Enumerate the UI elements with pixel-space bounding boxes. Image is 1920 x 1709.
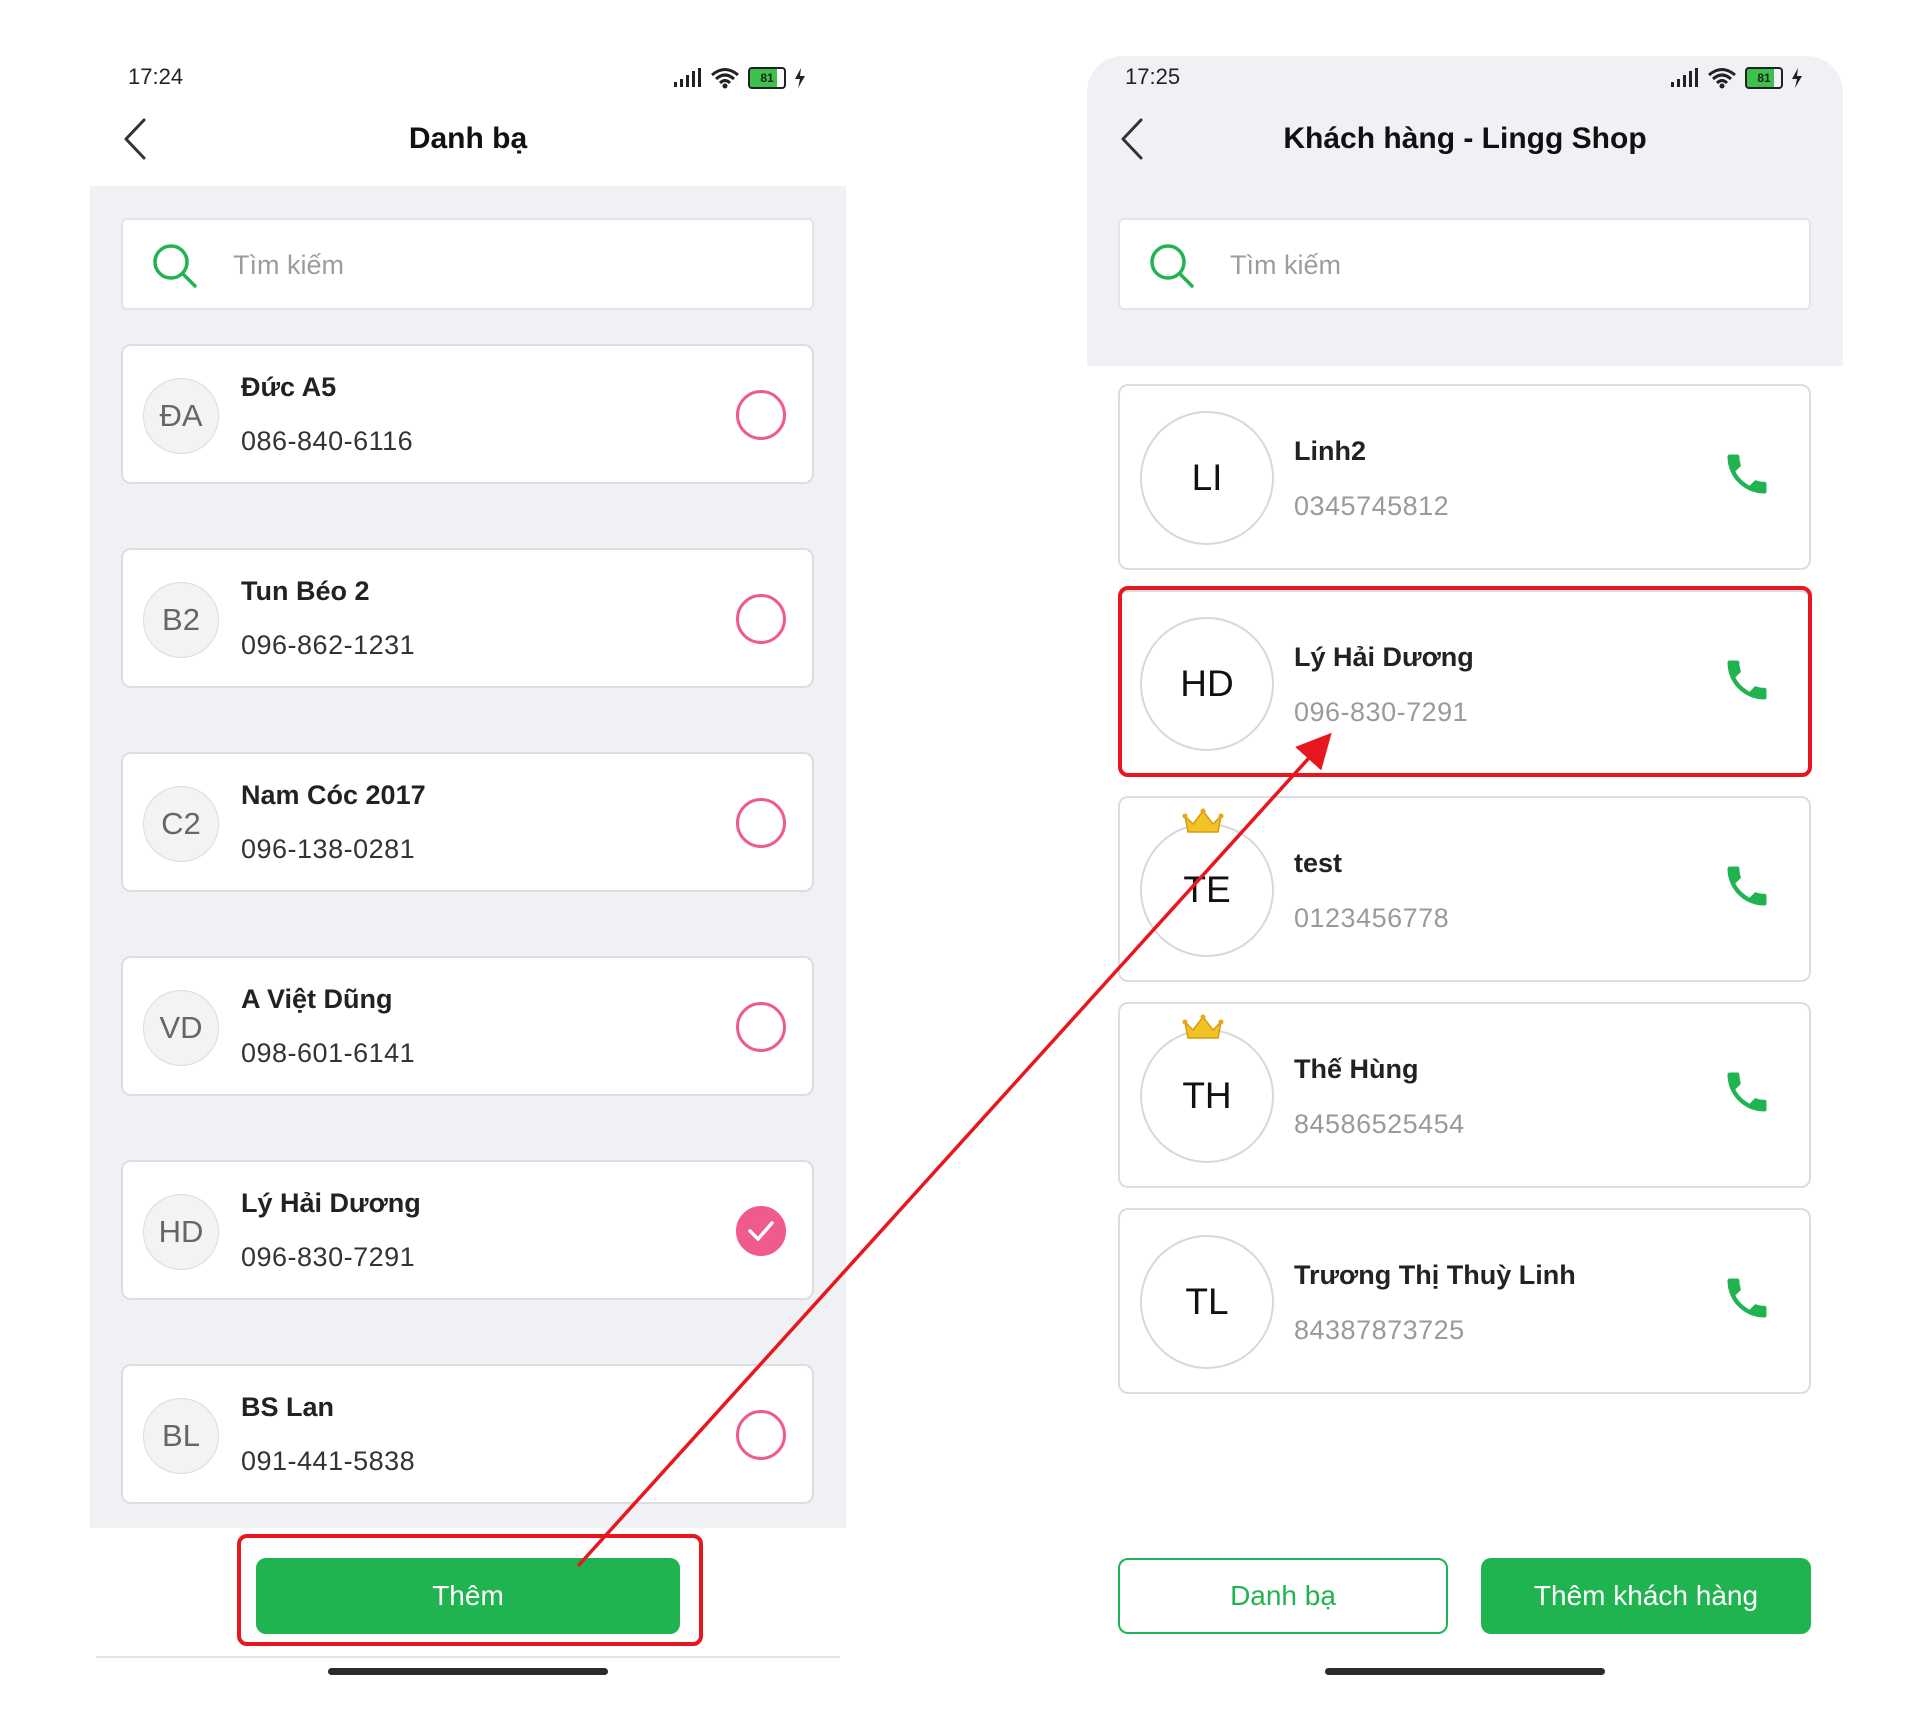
customer-item[interactable]: TL Trương Thị Thuỳ Linh 84387873725 <box>1118 1208 1811 1394</box>
contact-name: A Việt Dũng <box>241 984 393 1014</box>
status-icons: 81 <box>1669 64 1803 92</box>
customer-phone: 0123456778 <box>1294 903 1450 933</box>
phone-call-icon[interactable] <box>1721 654 1773 706</box>
signal-icon <box>1671 68 1698 87</box>
contact-name: BS Lan <box>241 1392 335 1422</box>
search-icon <box>153 244 197 288</box>
avatar: TE <box>1140 823 1274 957</box>
contacts-button[interactable]: Danh bạ <box>1118 1558 1448 1634</box>
search-icon <box>1150 244 1194 288</box>
contact-name: Nam Cóc 2017 <box>241 780 426 810</box>
avatar: VD <box>143 990 219 1066</box>
check-icon <box>748 1221 774 1241</box>
customer-phone: 096-830-7291 <box>1294 697 1469 727</box>
avatar: HD <box>1140 617 1274 751</box>
select-radio[interactable] <box>736 594 786 644</box>
contact-item[interactable]: C2 Nam Cóc 2017 096-138-0281 <box>121 752 814 892</box>
contact-item[interactable]: ĐA Đức A5 086-840-6116 <box>121 344 814 484</box>
contact-phone: 098-601-6141 <box>241 1038 416 1068</box>
avatar: TH <box>1140 1029 1274 1163</box>
battery-icon: 81 <box>1745 67 1783 89</box>
battery-icon: 81 <box>748 67 786 89</box>
search-box[interactable] <box>121 218 814 310</box>
customer-name: Thế Hùng <box>1294 1054 1419 1084</box>
page-title: Danh bạ <box>408 122 528 155</box>
contact-phone: 096-138-0281 <box>241 834 416 864</box>
home-indicator[interactable] <box>1325 1668 1605 1675</box>
wifi-icon <box>711 68 739 89</box>
phone-call-icon[interactable] <box>1721 1066 1773 1118</box>
customer-name: Linh2 <box>1294 436 1366 466</box>
contact-item-selected[interactable]: HD Lý Hải Dương 096-830-7291 <box>121 1160 814 1300</box>
customer-phone: 0345745812 <box>1294 491 1450 521</box>
bottom-bar: Danh bạ Thêm khách hàng <box>1087 1528 1843 1676</box>
search-box[interactable] <box>1118 218 1811 310</box>
customers-screen: 17:25 81 Khách hàng - Lingg Shop Tìm kiế… <box>1087 56 1843 1676</box>
search-input[interactable] <box>231 220 795 310</box>
contact-item[interactable]: BL BS Lan 091-441-5838 <box>121 1364 814 1504</box>
contact-name: Đức A5 <box>241 372 337 402</box>
home-indicator[interactable] <box>328 1668 608 1675</box>
wifi-icon <box>1708 68 1736 89</box>
contact-phone: 091-441-5838 <box>241 1446 416 1476</box>
search-input[interactable] <box>1228 220 1792 310</box>
avatar: BL <box>143 1398 219 1474</box>
add-customer-button[interactable]: Thêm khách hàng <box>1481 1558 1811 1634</box>
select-radio[interactable] <box>736 1002 786 1052</box>
crown-icon <box>1182 808 1224 833</box>
customer-phone: 84586525454 <box>1294 1109 1465 1139</box>
charging-icon <box>1792 68 1802 88</box>
select-radio[interactable] <box>736 390 786 440</box>
bottom-bar: Thêm <box>90 1528 846 1676</box>
contact-name: Tun Béo 2 <box>241 576 370 606</box>
select-radio[interactable] <box>736 798 786 848</box>
avatar: C2 <box>143 786 219 862</box>
status-time: 17:24 <box>128 64 184 89</box>
customer-name: test <box>1294 848 1343 878</box>
contact-phone: 096-862-1231 <box>241 630 416 660</box>
customer-phone: 84387873725 <box>1294 1315 1465 1345</box>
status-icons: 81 <box>672 64 806 92</box>
phone-call-icon[interactable] <box>1721 1272 1773 1324</box>
avatar: TL <box>1140 1235 1274 1369</box>
signal-icon <box>674 68 701 87</box>
customer-item[interactable]: LI Linh2 0345745812 <box>1118 384 1811 570</box>
divider <box>96 1656 840 1658</box>
header-bar: 17:25 81 Khách hàng - Lingg Shop <box>1087 56 1843 366</box>
customer-name: Lý Hải Dương <box>1294 642 1474 672</box>
charging-icon <box>795 68 805 88</box>
phone-call-icon[interactable] <box>1721 860 1773 912</box>
contacts-screen: 17:24 81 Danh bạ Tìm kiếm ĐA Đức A5 086-… <box>90 56 846 1676</box>
avatar: LI <box>1140 411 1274 545</box>
contact-name: Lý Hải Dương <box>241 1188 421 1218</box>
customer-item[interactable]: TE test 0123456778 <box>1118 796 1811 982</box>
contact-phone: 096-830-7291 <box>241 1242 416 1272</box>
avatar: ĐA <box>143 378 219 454</box>
crown-icon <box>1182 1014 1224 1039</box>
status-time: 17:25 <box>1125 64 1181 89</box>
avatar: HD <box>143 1194 219 1270</box>
page-title: Khách hàng - Lingg Shop <box>1283 122 1647 155</box>
contact-item[interactable]: B2 Tun Béo 2 096-862-1231 <box>121 548 814 688</box>
select-radio[interactable] <box>736 1410 786 1460</box>
phone-call-icon[interactable] <box>1721 448 1773 500</box>
customer-name: Trương Thị Thuỳ Linh <box>1294 1260 1576 1290</box>
add-button[interactable]: Thêm <box>256 1558 680 1634</box>
contact-item[interactable]: VD A Việt Dũng 098-601-6141 <box>121 956 814 1096</box>
customer-item[interactable]: TH Thế Hùng 84586525454 <box>1118 1002 1811 1188</box>
contact-phone: 086-840-6116 <box>241 426 414 456</box>
select-radio-checked[interactable] <box>736 1206 786 1256</box>
avatar: B2 <box>143 582 219 658</box>
customer-item[interactable]: HD Lý Hải Dương 096-830-7291 <box>1118 590 1811 776</box>
header-bar: 17:24 81 Danh bạ <box>90 56 846 186</box>
